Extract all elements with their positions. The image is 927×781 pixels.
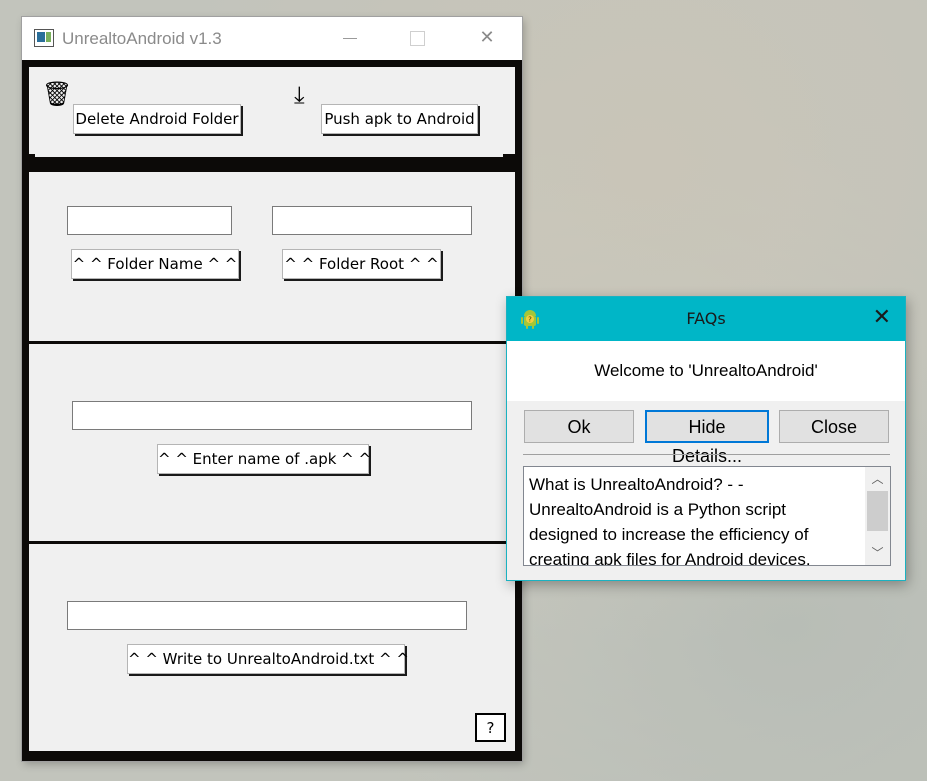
help-button[interactable]: ? <box>475 713 506 742</box>
folder-name-button[interactable]: ^ ^ Folder Name ^ ^ <box>71 249 239 279</box>
folder-panel: ^ ^ Folder Name ^ ^ ^ ^ Folder Root ^ ^ <box>29 172 515 341</box>
scroll-down-icon[interactable]: ﹀ <box>865 543 890 563</box>
faq-message-area: Welcome to 'UnrealtoAndroid' <box>507 341 905 401</box>
faq-welcome-message: Welcome to 'UnrealtoAndroid' <box>594 361 818 380</box>
close-button[interactable]: ✕ <box>467 25 507 51</box>
delete-android-folder-button[interactable]: Delete Android Folder <box>73 104 241 134</box>
apk-panel: ^ ^ Enter name of .apk ^ ^ <box>29 344 515 541</box>
write-txt-button[interactable]: ^ ^ Write to UnrealtoAndroid.txt ^ ^ <box>127 644 409 674</box>
folder-name-input[interactable] <box>67 206 232 235</box>
splitter-handle-left[interactable] <box>22 154 35 169</box>
window-title: UnrealtoAndroid v1.3 <box>62 29 222 48</box>
faq-title: FAQs <box>686 309 726 328</box>
write-panel: ^ ^ Write to UnrealtoAndroid.txt ^ ^ <box>29 544 515 751</box>
trash-icon: 🗑 <box>42 80 73 108</box>
folder-root-input[interactable] <box>272 206 472 235</box>
download-icon: ⤓ <box>294 81 305 109</box>
write-input[interactable] <box>67 601 467 630</box>
faq-scrollbar[interactable]: ︿ ﹀ <box>865 467 890 565</box>
action-panel: 🗑 Delete Android Folder ⤓ Push apk to An… <box>29 67 515 157</box>
close-icon: ✕ <box>479 27 495 48</box>
faq-details-textbox[interactable]: What is UnrealtoAndroid? - - UnrealtoAnd… <box>523 466 891 566</box>
faq-ok-button[interactable]: Ok <box>524 410 634 443</box>
apk-name-input[interactable] <box>72 401 472 430</box>
faq-details-text: What is UnrealtoAndroid? - - UnrealtoAnd… <box>529 475 811 566</box>
minimize-button[interactable] <box>330 25 370 51</box>
faq-hide-details-button[interactable]: Hide Details... <box>645 410 769 466</box>
faq-titlebar[interactable]: ? FAQs ✕ <box>507 297 905 341</box>
folder-root-button[interactable]: ^ ^ Folder Root ^ ^ <box>282 249 441 279</box>
main-window: UnrealtoAndroid v1.3 ✕ 🗑 Delete Android … <box>22 17 522 761</box>
scroll-up-icon[interactable]: ︿ <box>865 469 890 489</box>
main-titlebar[interactable]: UnrealtoAndroid v1.3 ✕ <box>22 17 522 60</box>
faq-close-icon[interactable]: ✕ <box>873 305 891 331</box>
apk-name-button[interactable]: ^ ^ Enter name of .apk ^ ^ <box>157 444 371 474</box>
app-icon <box>34 29 54 47</box>
scroll-thumb[interactable] <box>867 491 888 531</box>
faq-close-button[interactable]: Close <box>779 410 889 443</box>
maximize-icon <box>410 31 425 46</box>
push-apk-button[interactable]: Push apk to Android <box>321 104 478 134</box>
main-frame: 🗑 Delete Android Folder ⤓ Push apk to An… <box>22 60 522 761</box>
minimize-icon <box>343 38 357 39</box>
faq-dialog: ? FAQs ✕ Welcome to 'UnrealtoAndroid' Ok… <box>506 296 906 581</box>
splitter-handle-right[interactable] <box>503 154 516 169</box>
faq-divider <box>523 454 890 455</box>
maximize-button[interactable] <box>397 25 437 51</box>
